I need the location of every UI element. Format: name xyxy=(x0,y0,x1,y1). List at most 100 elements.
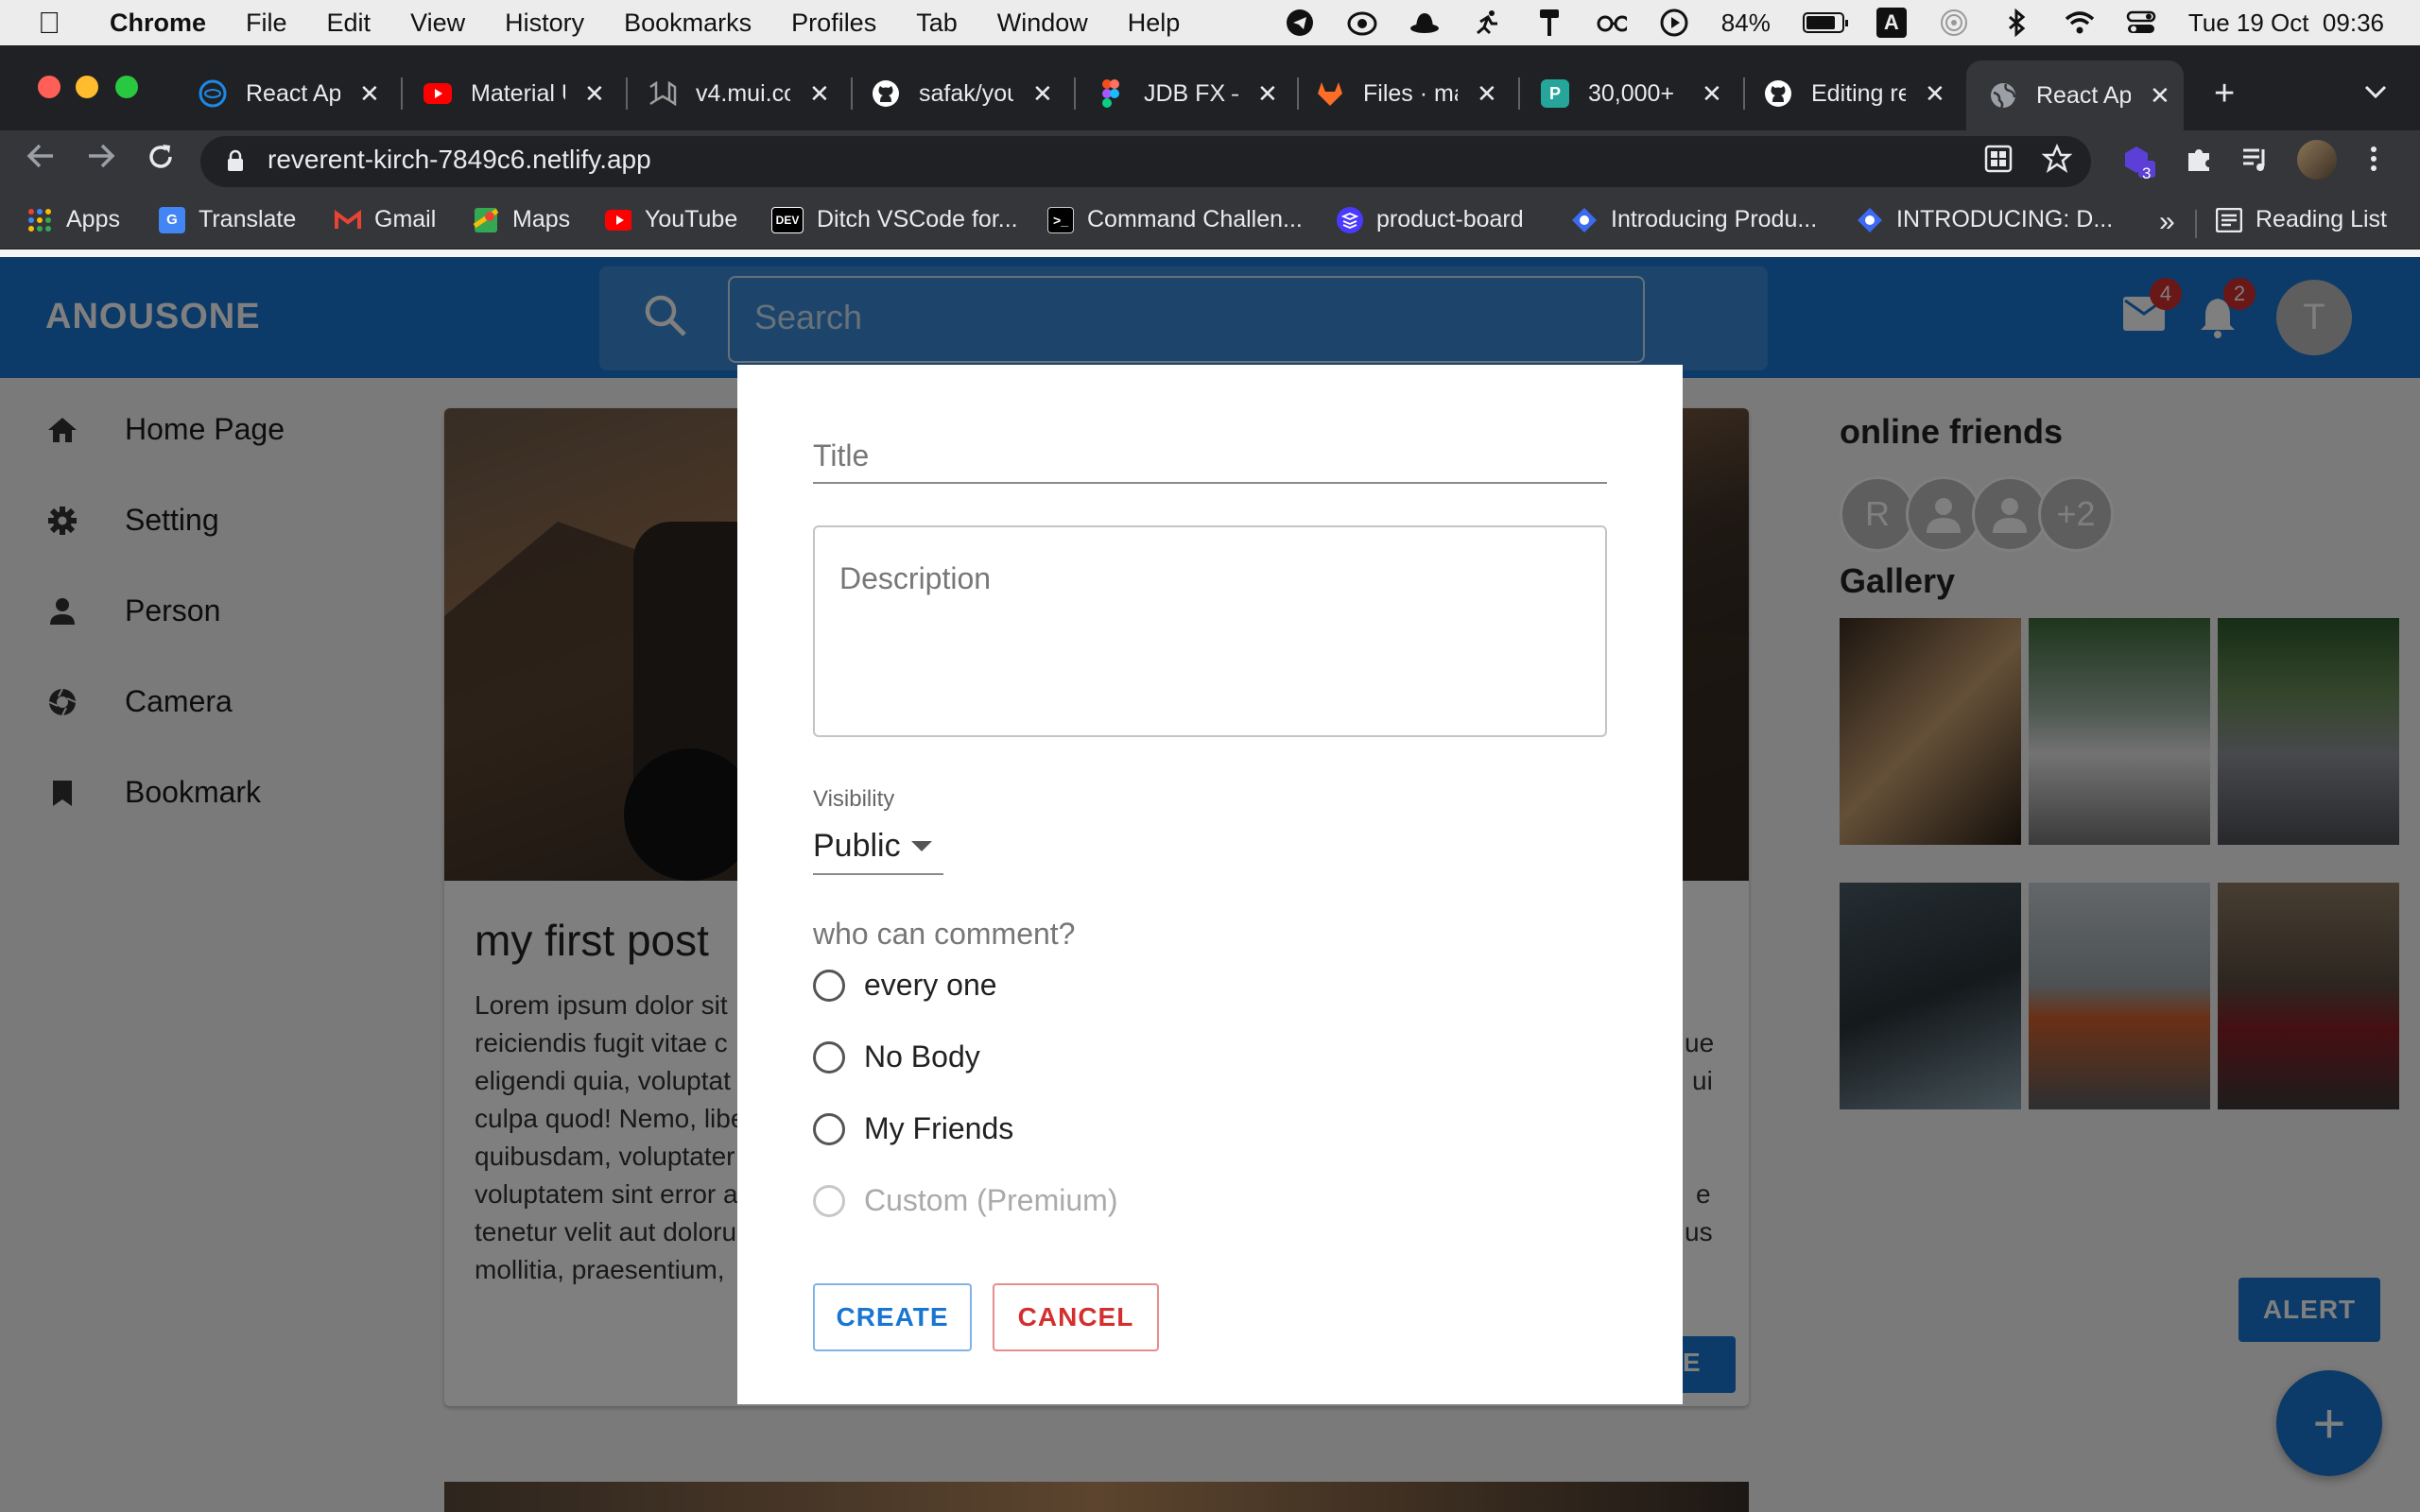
tab-material-ui[interactable]: Material U ✕ xyxy=(424,66,605,121)
radio-every-one[interactable]: every one xyxy=(813,968,997,1003)
incognito-hat-icon[interactable] xyxy=(1409,8,1440,38)
radio-circle-icon[interactable] xyxy=(813,1040,845,1074)
bookmark-translate[interactable]: G Translate xyxy=(159,206,296,233)
reading-list[interactable]: Reading List xyxy=(2216,206,2387,233)
glasses-icon[interactable] xyxy=(1597,8,1627,38)
menu-edit[interactable]: Edit xyxy=(327,9,372,38)
close-tab-icon[interactable]: ✕ xyxy=(1925,79,1945,109)
tab-react-app-active[interactable]: React App ✕ xyxy=(1966,60,2184,130)
gmail-icon xyxy=(335,207,361,233)
control-center-icon[interactable] xyxy=(2126,8,2156,38)
menu-help[interactable]: Help xyxy=(1128,9,1181,38)
tab-separator xyxy=(1518,77,1520,110)
close-tab-icon[interactable]: ✕ xyxy=(1702,79,1722,109)
menu-history[interactable]: History xyxy=(505,9,584,38)
description-textarea[interactable]: Description xyxy=(813,525,1607,737)
url-text[interactable]: reverent-kirch-7849c6.netlify.app xyxy=(268,145,651,175)
battery-icon[interactable] xyxy=(1802,12,1848,33)
menu-tab[interactable]: Tab xyxy=(916,9,958,38)
bookmark-label: Translate xyxy=(199,206,297,232)
extensions-puzzle-icon[interactable] xyxy=(2184,144,2214,181)
install-app-icon[interactable] xyxy=(1983,144,2014,181)
close-tab-icon[interactable]: ✕ xyxy=(584,79,605,109)
bookmark-star-icon[interactable] xyxy=(2041,143,2073,181)
tab-gitlab-files[interactable]: Files · ma ✕ xyxy=(1316,66,1497,121)
clock[interactable]: Tue 19 Oct 09:36 xyxy=(2188,9,2384,38)
close-window-button[interactable] xyxy=(38,76,60,98)
back-arrow-icon[interactable] xyxy=(25,142,57,179)
menu-file[interactable]: File xyxy=(246,9,287,38)
bookmark-maps[interactable]: Maps xyxy=(473,206,570,233)
tab-react-app[interactable]: React App ✕ xyxy=(199,66,380,121)
menu-view[interactable]: View xyxy=(410,9,465,38)
forward-arrow-icon[interactable] xyxy=(85,142,117,179)
bookmark-label: Maps xyxy=(512,206,571,232)
profile-avatar[interactable] xyxy=(2297,140,2337,180)
tab-title: JDB FX – xyxy=(1144,79,1238,107)
radio-circle-icon[interactable] xyxy=(813,1112,845,1145)
media-controls-icon[interactable] xyxy=(2240,144,2271,181)
reload-icon[interactable] xyxy=(146,142,176,180)
bookmark-label: INTRODUCING: D... xyxy=(1896,206,2114,232)
tab-title: safak/you xyxy=(919,79,1013,107)
zoom-window-button[interactable] xyxy=(115,76,138,98)
bluetooth-icon[interactable] xyxy=(2001,8,2031,38)
apple-menu-icon[interactable]:  xyxy=(38,6,72,41)
radio-my-friends[interactable]: My Friends xyxy=(813,1111,1013,1146)
menu-profiles[interactable]: Profiles xyxy=(791,9,876,38)
lock-icon[interactable] xyxy=(227,149,244,172)
bookmark-label: product-board xyxy=(1376,206,1524,232)
close-tab-icon[interactable]: ✕ xyxy=(2150,81,2170,111)
reading-list-label: Reading List xyxy=(2256,206,2387,232)
new-tab-icon[interactable]: + xyxy=(2214,74,2235,114)
radio-no-body[interactable]: No Body xyxy=(813,1040,980,1074)
bookmark-apps[interactable]: Apps xyxy=(26,206,120,233)
input-source-icon[interactable]: A xyxy=(1876,8,1907,38)
close-tab-icon[interactable]: ✕ xyxy=(359,79,380,109)
bookmark-command-challenge[interactable]: >_ Command Challen... xyxy=(1047,206,1303,233)
tab-v4-mui[interactable]: v4.mui.co ✕ xyxy=(648,66,830,121)
p-icon: P xyxy=(1541,79,1569,108)
tab-30000[interactable]: P 30,000+ ✕ xyxy=(1541,66,1722,121)
telegram-icon[interactable] xyxy=(1285,8,1315,38)
bookmark-product-board[interactable]: product-board xyxy=(1337,206,1524,233)
bookmarks-overflow-button[interactable]: » xyxy=(2159,206,2175,238)
cancel-button[interactable]: CANCEL xyxy=(993,1283,1159,1351)
bookmark-gmail[interactable]: Gmail xyxy=(335,206,436,233)
chrome-menu-icon[interactable] xyxy=(2367,144,2380,181)
github-icon xyxy=(1764,79,1792,108)
tab-github-safak[interactable]: safak/you ✕ xyxy=(872,66,1053,121)
close-tab-icon[interactable]: ✕ xyxy=(1032,79,1053,109)
minimize-window-button[interactable] xyxy=(76,76,98,98)
extension-hexagon-icon[interactable] xyxy=(2121,144,2157,187)
running-figure-icon[interactable] xyxy=(1472,8,1502,38)
bookmark-introducing-d[interactable]: INTRODUCING: D... xyxy=(1857,206,2113,233)
title-input[interactable]: Title xyxy=(813,431,1607,484)
close-tab-icon[interactable]: ✕ xyxy=(1257,79,1278,109)
paint-roller-icon[interactable] xyxy=(1534,8,1564,38)
tab-search-chevron-icon[interactable] xyxy=(2363,77,2388,107)
creative-cloud-icon[interactable] xyxy=(1347,8,1377,38)
tab-separator xyxy=(401,77,403,110)
wifi-icon[interactable] xyxy=(2064,8,2094,38)
bookmark-youtube[interactable]: YouTube xyxy=(605,206,737,233)
menu-app-name[interactable]: Chrome xyxy=(110,9,206,38)
description-placeholder: Description xyxy=(839,561,992,595)
close-tab-icon[interactable]: ✕ xyxy=(1477,79,1497,109)
bookmark-label: YouTube xyxy=(645,206,738,232)
menu-bookmarks[interactable]: Bookmarks xyxy=(624,9,752,38)
close-tab-icon[interactable]: ✕ xyxy=(809,79,830,109)
play-circle-icon[interactable] xyxy=(1659,8,1689,38)
dropdown-caret-icon xyxy=(911,841,932,851)
menu-window[interactable]: Window xyxy=(997,9,1088,38)
radio-circle-icon[interactable] xyxy=(813,969,845,1002)
bookmark-ditch-vscode[interactable]: DEV Ditch VSCode for... xyxy=(771,206,1018,233)
create-button[interactable]: CREATE xyxy=(813,1283,972,1351)
visibility-select[interactable]: Public xyxy=(813,824,943,875)
tab-github-editing[interactable]: Editing re ✕ xyxy=(1764,66,1945,121)
gitlab-icon xyxy=(1316,79,1344,108)
airdrop-icon[interactable] xyxy=(1939,8,1969,38)
tab-separator xyxy=(626,77,628,110)
bookmark-introducing-produ[interactable]: Introducing Produ... xyxy=(1571,206,1817,233)
tab-figma-jdb[interactable]: JDB FX – ✕ xyxy=(1097,66,1278,121)
